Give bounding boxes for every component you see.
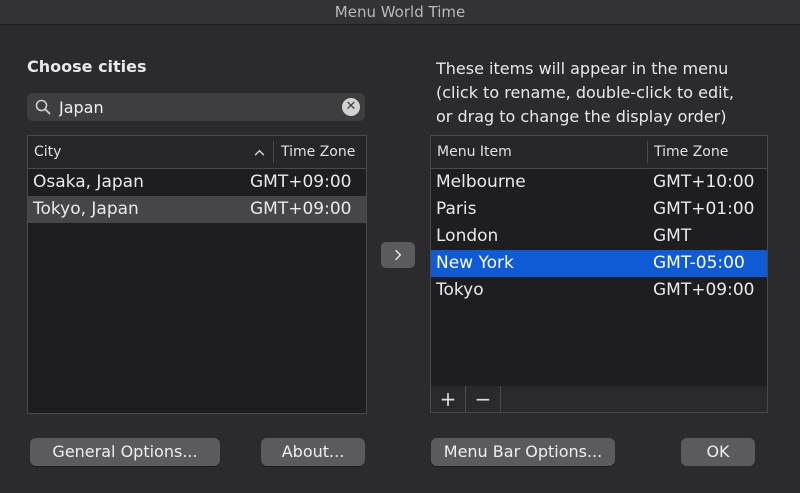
city-column-header[interactable]: City — [34, 136, 61, 168]
about-button[interactable]: About... — [261, 438, 365, 466]
add-remove-bar: + − — [430, 386, 768, 413]
search-icon — [35, 99, 51, 115]
timezone-cell: GMT+09:00 — [250, 199, 352, 219]
menu-item-timezone: GMT+01:00 — [653, 199, 755, 219]
cities-table: City Time Zone Osaka, Japan GMT+09:00 To… — [27, 135, 367, 414]
column-divider — [273, 141, 274, 163]
menu-items-caption: These items will appear in the menu (cli… — [436, 57, 776, 129]
caption-line: These items will appear in the menu — [436, 59, 729, 78]
menu-item-row[interactable]: Melbourne GMT+10:00 — [431, 169, 767, 196]
remove-item-button[interactable]: − — [466, 386, 501, 412]
add-item-button[interactable]: + — [431, 386, 466, 412]
menu-bar-options-button[interactable]: Menu Bar Options... — [431, 438, 615, 466]
menu-item-row[interactable]: Tokyo GMT+09:00 — [431, 277, 767, 304]
menu-item-timezone: GMT-05:00 — [653, 253, 745, 273]
table-row[interactable]: Osaka, Japan GMT+09:00 — [28, 169, 366, 196]
menu-item-name: Tokyo — [436, 280, 484, 300]
general-options-button[interactable]: General Options... — [30, 438, 220, 466]
column-divider — [647, 141, 648, 163]
menu-items-table: Menu Item Time Zone Melbourne GMT+10:00 … — [430, 135, 768, 387]
search-field[interactable]: ✕ — [27, 93, 365, 121]
window-title: Menu World Time — [0, 0, 800, 25]
menu-item-name: Paris — [436, 199, 477, 219]
menu-item-column-header[interactable]: Menu Item — [437, 136, 512, 168]
city-cell: Tokyo, Japan — [33, 199, 139, 219]
menu-item-timezone: GMT+09:00 — [653, 280, 755, 300]
caption-line: (click to rename, double-click to edit, — [436, 83, 734, 102]
cities-table-header: City Time Zone — [28, 136, 366, 169]
search-input[interactable] — [59, 96, 329, 118]
menu-item-row[interactable]: London GMT — [431, 223, 767, 250]
timezone-cell: GMT+09:00 — [250, 172, 352, 192]
timezone-column-header[interactable]: Time Zone — [654, 136, 728, 168]
menu-item-row[interactable]: Paris GMT+01:00 — [431, 196, 767, 223]
menu-item-timezone: GMT — [653, 226, 692, 246]
chevron-right-icon — [395, 249, 402, 261]
ok-button[interactable]: OK — [681, 438, 755, 466]
add-to-menu-button[interactable] — [381, 242, 415, 268]
menu-items-table-header: Menu Item Time Zone — [431, 136, 767, 169]
menu-item-timezone: GMT+10:00 — [653, 172, 755, 192]
menu-item-row-selected[interactable]: New York GMT-05:00 — [431, 250, 767, 277]
timezone-column-header[interactable]: Time Zone — [281, 136, 355, 168]
menu-item-name: Melbourne — [436, 172, 526, 192]
menu-item-name: New York — [436, 253, 514, 273]
clear-icon[interactable]: ✕ — [342, 98, 360, 116]
menu-item-name: London — [436, 226, 499, 246]
table-row-selected[interactable]: Tokyo, Japan GMT+09:00 — [28, 196, 366, 223]
choose-cities-heading: Choose cities — [27, 57, 147, 76]
caption-line: or drag to change the display order) — [436, 107, 727, 126]
sort-ascending-icon — [254, 149, 265, 156]
city-cell: Osaka, Japan — [33, 172, 144, 192]
